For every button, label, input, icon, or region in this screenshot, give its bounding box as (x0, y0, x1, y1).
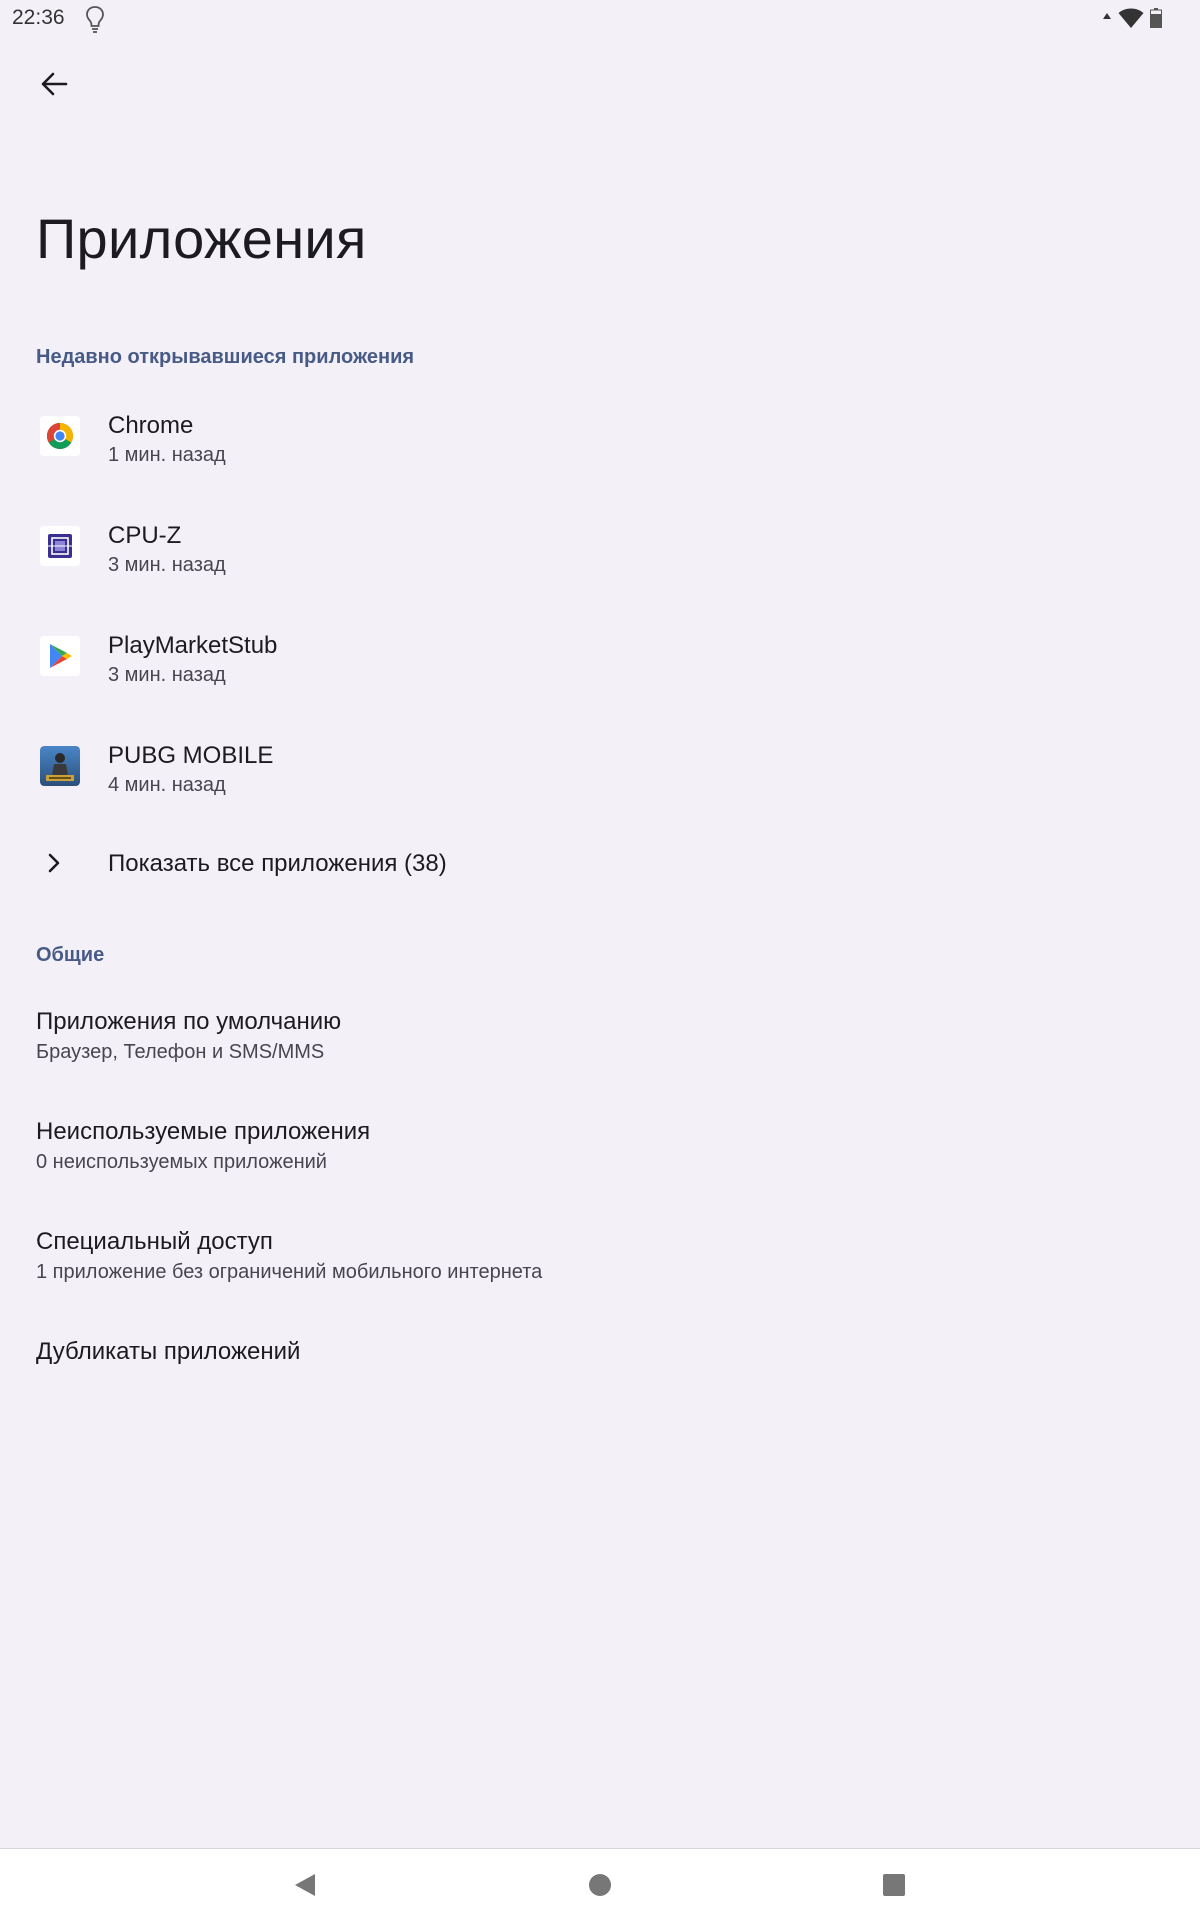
section-header-general: Общие (36, 944, 105, 966)
recents-square-icon (883, 1874, 905, 1896)
pref-subtitle: Браузер, Телефон и SMS/MMS (36, 1041, 325, 1063)
back-button[interactable] (28, 58, 80, 110)
app-name: CPU-Z (108, 522, 182, 549)
pref-title: Приложения по умолчанию (36, 1008, 342, 1035)
nav-recents-button[interactable] (872, 1863, 916, 1907)
status-bar: 22:36 (0, 0, 1200, 38)
lightbulb-icon (86, 6, 104, 33)
app-row-pubg-mobile[interactable]: PUBG MOBILE 4 мин. назад (0, 718, 1200, 818)
app-row-chrome[interactable]: Chrome 1 мин. назад (0, 388, 1200, 488)
status-icons (1102, 6, 1162, 30)
navigation-bar (0, 1848, 1200, 1921)
pref-title: Специальный доступ (36, 1228, 273, 1255)
play-market-icon (40, 636, 80, 676)
app-last-used: 3 мин. назад (108, 554, 226, 576)
nav-back-button[interactable] (283, 1863, 327, 1907)
show-all-apps-label: Показать все приложения (38) (108, 850, 447, 877)
pref-unused-apps[interactable]: Неиспользуемые приложения 0 неиспользуем… (0, 1100, 1200, 1200)
nav-home-button[interactable] (578, 1863, 622, 1907)
back-triangle-icon (295, 1874, 315, 1896)
pubg-icon (40, 746, 80, 786)
status-time: 22:36 (12, 6, 65, 29)
section-header-recent: Недавно открывавшиеся приложения (36, 346, 415, 368)
pref-app-duplicates[interactable]: Дубликаты приложений (0, 1320, 1200, 1384)
chrome-icon (40, 416, 80, 456)
pref-title: Дубликаты приложений (36, 1338, 301, 1365)
app-last-used: 3 мин. назад (108, 664, 226, 686)
app-last-used: 1 мин. назад (108, 444, 226, 466)
app-name: PUBG MOBILE (108, 742, 274, 769)
app-row-cpu-z[interactable]: CPU-Z 3 мин. назад (0, 498, 1200, 598)
home-circle-icon (589, 1874, 611, 1896)
pref-subtitle: 1 приложение без ограничений мобильного … (36, 1261, 543, 1283)
wifi-icon (1118, 8, 1144, 28)
show-all-apps-button[interactable]: Показать все приложения (38) (0, 832, 1200, 896)
chevron-right-icon (48, 853, 60, 873)
app-row-playmarketstub[interactable]: PlayMarketStub 3 мин. назад (0, 608, 1200, 708)
pref-special-access[interactable]: Специальный доступ 1 приложение без огра… (0, 1210, 1200, 1310)
app-name: Chrome (108, 412, 194, 439)
app-name: PlayMarketStub (108, 632, 278, 659)
battery-icon (1150, 8, 1162, 28)
arrow-left-icon (41, 72, 68, 96)
pref-title: Неиспользуемые приложения (36, 1118, 371, 1145)
app-last-used: 4 мин. назад (108, 774, 226, 796)
pref-subtitle: 0 неиспользуемых приложений (36, 1151, 327, 1173)
page-title: Приложения (36, 207, 367, 270)
signal-arrows-icon (1103, 13, 1111, 19)
pref-default-apps[interactable]: Приложения по умолчанию Браузер, Телефон… (0, 990, 1200, 1090)
cpu-z-icon (40, 526, 80, 566)
